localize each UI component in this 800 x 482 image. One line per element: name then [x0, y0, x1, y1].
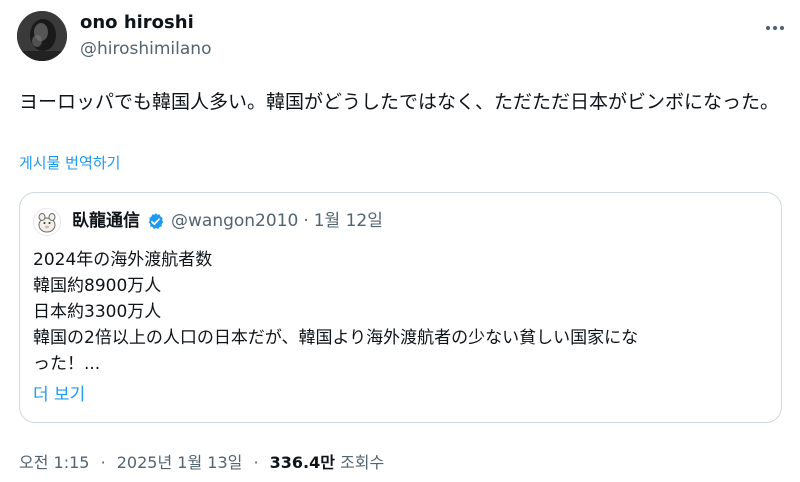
more-dots-icon	[765, 16, 785, 35]
quoted-text: 2024年の海外渡航者数 韓国約8900万人 日本約3300万人 韓国の2倍以上…	[33, 247, 768, 377]
quoted-author-avatar[interactable]	[33, 208, 61, 236]
quoted-text-line: 韓国約8900万人	[33, 276, 162, 296]
show-more-link[interactable]: 더 보기	[33, 383, 85, 407]
translate-post-link[interactable]: 게시물 번역하기	[19, 153, 120, 173]
views-label: 조회수	[340, 453, 385, 472]
quoted-separator: ·	[303, 211, 309, 231]
verified-badge-icon	[146, 212, 165, 231]
quoted-text-line: 2024年の海外渡航者数	[33, 250, 213, 270]
quoted-tweet[interactable]: 臥龍通信 @wangon2010 · 1월 12일 2024年の海外渡航者数 韓…	[19, 192, 782, 423]
quoted-author-handle[interactable]: @wangon2010	[171, 209, 298, 233]
meta-separator: ·	[253, 453, 259, 472]
quoted-text-line: 日本約3300万人	[33, 302, 162, 322]
author-avatar[interactable]	[17, 11, 67, 61]
tweet-text: ヨーロッパでも韓国人多い。韓国がどうしたではなく、ただただ日本がビンボになった。	[19, 91, 780, 113]
quoted-author-name[interactable]: 臥龍通信	[72, 209, 140, 233]
tweet-date[interactable]: 2025년 1월 13일	[117, 453, 243, 472]
meta-separator: ·	[100, 453, 106, 472]
quoted-date[interactable]: 1월 12일	[314, 209, 383, 233]
author-handle[interactable]: @hiroshimilano	[80, 38, 211, 60]
tweet-time[interactable]: 오전 1:15	[19, 453, 89, 472]
tweet-meta: 오전 1:15 · 2025년 1월 13일 · 336.4만 조회수	[19, 452, 384, 474]
tweet-card: ono hiroshi @hiroshimilano ヨーロッパでも韓国人多い。…	[0, 0, 800, 482]
quoted-text-line: った！...	[33, 354, 101, 374]
author-name[interactable]: ono hiroshi	[80, 11, 194, 35]
views-count: 336.4만	[269, 453, 335, 472]
quoted-text-line: 韓国の2倍以上の人口の日本だが、韓国より海外渡航者の少ない貧しい国家にな	[33, 328, 639, 348]
more-options-button[interactable]	[760, 10, 790, 40]
quoted-header: 臥龍通信 @wangon2010 · 1월 12일	[72, 209, 383, 233]
